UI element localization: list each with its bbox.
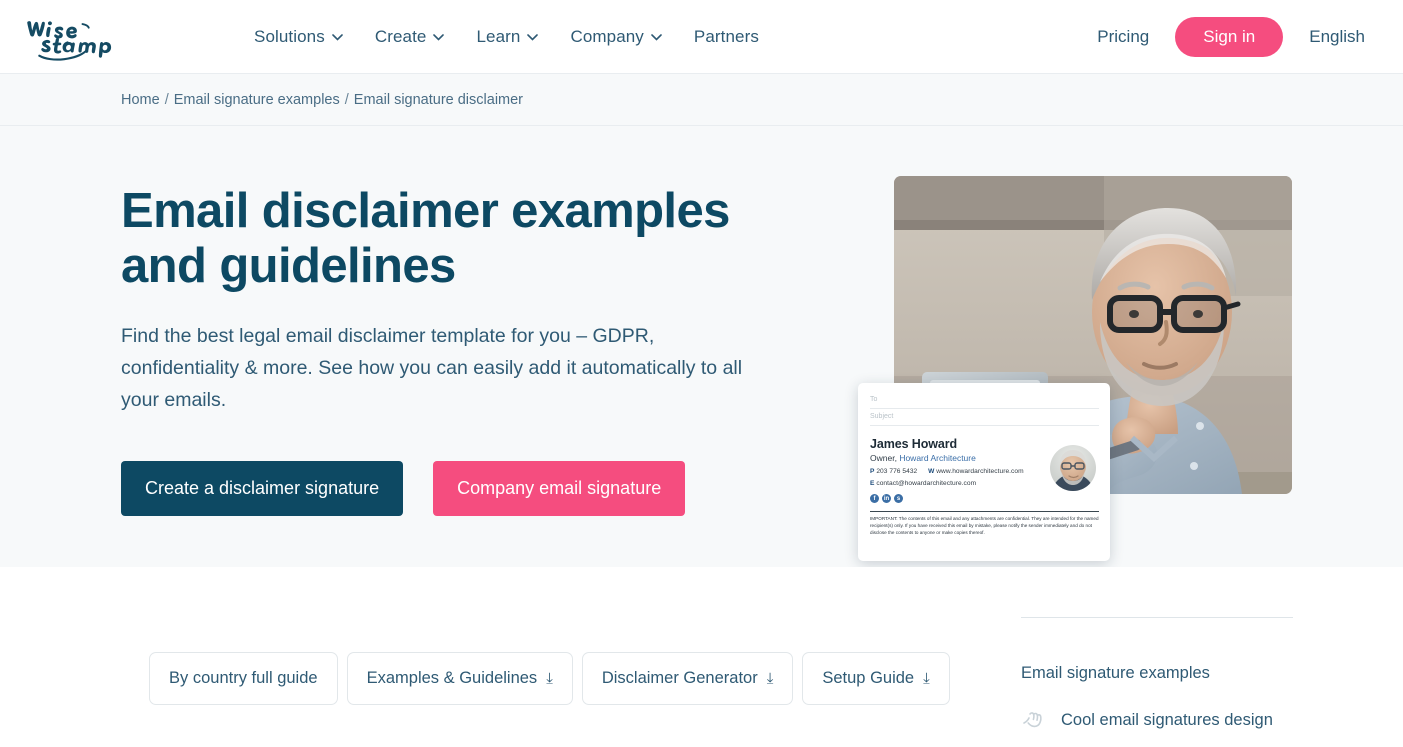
signature-phone: 203 776 5432 — [876, 468, 918, 475]
breadcrumb-bar: Home / Email signature examples / Email … — [0, 74, 1403, 126]
hero-section: Email disclaimer examples and guidelines… — [0, 126, 1403, 567]
company-email-signature-button[interactable]: Company email signature — [433, 460, 686, 517]
pricing-link[interactable]: Pricing — [1097, 27, 1149, 47]
nav-label: Company — [570, 26, 644, 46]
signature-avatar — [1050, 445, 1096, 491]
facebook-icon[interactable]: f — [870, 494, 879, 503]
breadcrumb-separator: / — [164, 91, 169, 108]
email-label: E — [870, 480, 875, 487]
tab-examples-and-guidelines[interactable]: Examples & Guidelines ⤓ — [346, 652, 573, 705]
signature-disclaimer-text: IMPORTANT: The contents of this email an… — [870, 516, 1099, 535]
nav-item-company[interactable]: Company — [570, 26, 662, 47]
breadcrumb-email-signature-examples[interactable]: Email signature examples — [174, 92, 340, 108]
hero-subtitle: Find the best legal email disclaimer tem… — [121, 324, 743, 412]
tab-label: Setup Guide — [822, 669, 915, 687]
down-arrow-icon: ⤓ — [766, 669, 774, 687]
sidebar-rail: Email signature examples Cool email sign… — [1021, 617, 1293, 730]
rail-item-cool-email-signatures-design[interactable]: Cool email signatures design — [1021, 710, 1293, 730]
down-arrow-icon: ⤓ — [546, 669, 553, 687]
breadcrumb-current: Email signature disclaimer — [353, 91, 524, 108]
nav-label: Create — [374, 26, 427, 46]
nav-item-partners[interactable]: Partners — [694, 27, 759, 47]
nav-item-learn[interactable]: Learn — [476, 26, 539, 47]
sign-in-button[interactable]: Sign in — [1175, 16, 1284, 57]
content-section: By country full guide Examples & Guideli… — [0, 567, 1403, 747]
hero-copy: Email disclaimer examples and guidelines… — [121, 184, 821, 517]
tab-disclaimer-generator[interactable]: Disclaimer Generator ⤓ — [581, 652, 794, 705]
skype-icon[interactable]: s — [894, 494, 903, 503]
rail-item-label: Cool email signatures design — [1061, 710, 1273, 729]
chevron-down-icon — [651, 34, 662, 41]
signature-role-prefix: Owner, — [870, 453, 897, 463]
breadcrumb-home[interactable]: Home — [121, 92, 160, 108]
nav-label: Solutions — [254, 26, 325, 46]
nav-label: Partners — [693, 26, 759, 46]
breadcrumb: Home / Email signature examples / Email … — [121, 92, 523, 108]
down-arrow-icon: ⤓ — [923, 669, 930, 687]
tab-label: Examples & Guidelines — [366, 669, 538, 687]
main-navigation: Solutions Create Learn Company Partners — [254, 27, 759, 47]
signature-divider — [870, 511, 1099, 512]
tab-label: By country full guide — [169, 669, 318, 687]
signature-to-field[interactable]: To — [870, 392, 1099, 409]
signature-hand-icon — [1021, 710, 1045, 730]
jump-link-tabs: By country full guide Examples & Guideli… — [149, 652, 950, 705]
hero-cta-group: Create a disclaimer signature Company em… — [121, 460, 821, 517]
create-disclaimer-signature-button[interactable]: Create a disclaimer signature — [121, 460, 404, 517]
chevron-down-icon — [433, 34, 445, 41]
chevron-down-icon — [527, 34, 539, 41]
signature-website: www.howardarchitecture.com — [936, 468, 1024, 475]
phone-label: P — [870, 468, 875, 475]
web-label: W — [928, 468, 935, 475]
site-header: Solutions Create Learn Company Partners — [0, 0, 1403, 74]
linkedin-icon[interactable]: in — [882, 494, 891, 503]
tab-by-country-full-guide[interactable]: By country full guide — [149, 652, 338, 705]
page-title: Email disclaimer examples and guidelines — [121, 184, 730, 294]
wisestamp-logo[interactable] — [22, 8, 118, 66]
rail-divider — [1021, 617, 1293, 618]
avatar-photo — [1050, 445, 1096, 491]
email-signature-preview-card: To Subject James Howard Owner, Howard Ar… — [858, 383, 1110, 561]
nav-label: Learn — [476, 26, 521, 46]
rail-title: Email signature examples — [1021, 664, 1210, 682]
tab-label: Disclaimer Generator — [601, 669, 758, 687]
signature-subject-field[interactable]: Subject — [870, 409, 1099, 426]
breadcrumb-separator: / — [344, 91, 349, 108]
language-selector[interactable]: English — [1309, 27, 1365, 47]
signature-company: Howard Architecture — [899, 453, 976, 463]
signature-social-links: f in s — [870, 494, 1099, 503]
chevron-down-icon — [332, 34, 343, 41]
nav-item-solutions[interactable]: Solutions — [254, 27, 343, 47]
header-actions: Pricing Sign in English — [1097, 16, 1379, 57]
signature-email: contact@howardarchitecture.com — [876, 480, 977, 487]
nav-item-create[interactable]: Create — [375, 27, 445, 47]
tab-setup-guide[interactable]: Setup Guide ⤓ — [802, 652, 950, 705]
